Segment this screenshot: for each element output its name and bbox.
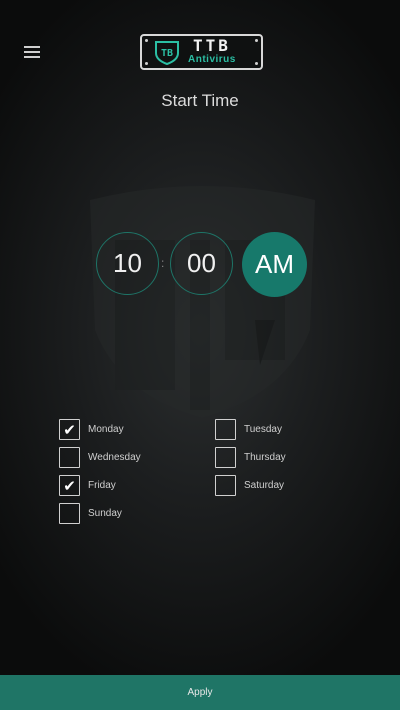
checkbox[interactable] [215, 419, 236, 440]
app-logo: TB TTB Antivirus [140, 34, 263, 70]
day-label: Friday [88, 480, 116, 491]
day-checkbox-saturday[interactable]: Saturday [215, 475, 284, 496]
day-label: Tuesday [244, 424, 282, 435]
checkbox[interactable]: ✔ [59, 475, 80, 496]
day-checkbox-friday[interactable]: ✔ Friday [59, 475, 116, 496]
apply-button[interactable]: Apply [0, 675, 400, 710]
checkmark-icon: ✔ [63, 477, 76, 495]
minute-selector[interactable]: 00 [170, 232, 233, 295]
hour-value: 10 [113, 248, 142, 278]
svg-text:TB: TB [161, 48, 173, 59]
time-separator: : [161, 256, 165, 270]
shield-logo-icon: TB [155, 41, 179, 65]
day-label: Monday [88, 424, 124, 435]
checkmark-icon: ✔ [63, 421, 76, 439]
checkbox[interactable] [59, 447, 80, 468]
logo-rivet [145, 62, 148, 65]
hamburger-menu-icon [24, 46, 40, 48]
day-label: Saturday [244, 480, 285, 491]
hour-selector[interactable]: 10 [96, 232, 159, 295]
checkbox[interactable] [215, 475, 236, 496]
apply-label: Apply [187, 687, 213, 698]
menu-bar [24, 56, 40, 58]
checkbox[interactable]: ✔ [59, 419, 80, 440]
day-checkbox-wednesday[interactable]: Wednesday [59, 447, 141, 468]
logo-rivet [255, 39, 258, 42]
checkbox[interactable] [59, 503, 80, 524]
page-title: Start Time [161, 91, 239, 110]
shield-watermark-icon [90, 186, 315, 418]
logo-rivet [255, 62, 258, 65]
day-label: Wednesday [88, 452, 141, 463]
checkbox[interactable] [215, 447, 236, 468]
menu-button[interactable] [24, 46, 40, 60]
logo-subtitle: Antivirus [188, 54, 236, 65]
menu-bar [24, 51, 40, 53]
logo-rivet [145, 39, 148, 42]
day-label: Sunday [88, 508, 122, 519]
am-pm-toggle[interactable]: AM [242, 232, 307, 297]
day-checkbox-tuesday[interactable]: Tuesday [215, 419, 282, 440]
day-checkbox-sunday[interactable]: Sunday [59, 503, 122, 524]
logo-name: TTB [192, 36, 231, 55]
day-label: Thursday [244, 452, 286, 463]
day-checkbox-monday[interactable]: ✔ Monday [59, 419, 124, 440]
am-pm-value: AM [255, 249, 294, 279]
minute-value: 00 [187, 248, 216, 278]
day-checkbox-thursday[interactable]: Thursday [215, 447, 286, 468]
